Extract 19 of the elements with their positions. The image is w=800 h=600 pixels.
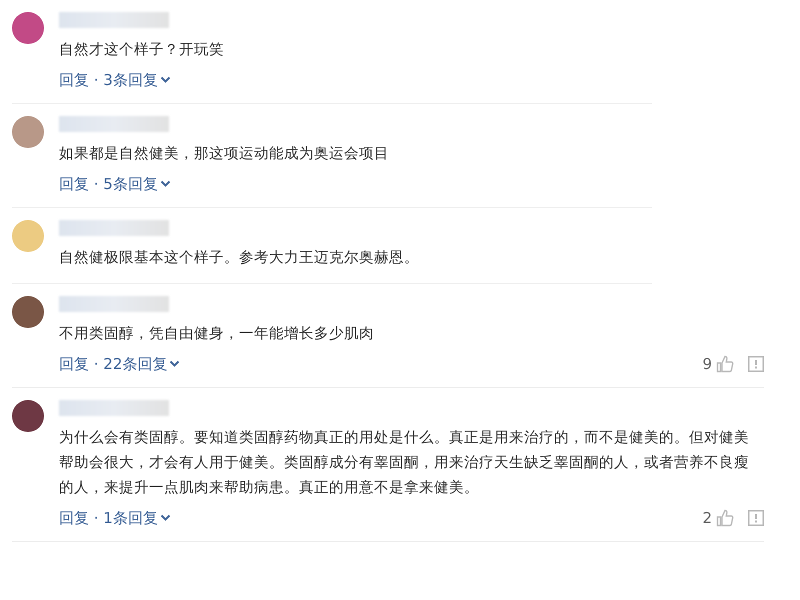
comment-text: 自然才这个样子？开玩笑: [59, 41, 225, 60]
replies-link[interactable]: 回复 · 22条回复: [59, 354, 180, 374]
replies-link[interactable]: 回复 · 5条回复: [59, 174, 171, 194]
comment-text: 为什么会有类固醇。要知道类固醇药物真正的用处是什么。真正是用来治疗的，而不是健美的。但对健美帮助会很大，才会有人用于健美。类固醇成分有睾固酮，用来治疗天生缺乏睾固酮的人，或者营养不良瘦的人，来提升一点肌肉来帮助病患。真正的用意不是拿来健美。: [59, 428, 750, 498]
replies-link[interactable]: 回复 · 3条回复: [59, 70, 171, 90]
chevron-down-icon: [160, 180, 171, 188]
report-icon[interactable]: [748, 356, 764, 372]
chevron-down-icon: [160, 76, 171, 84]
thumbs-up-icon[interactable]: [716, 509, 734, 527]
like-count: 9: [702, 355, 712, 373]
replies-link[interactable]: 回复 · 1条回复: [59, 508, 171, 528]
comment-text: 不用类固醇，凭自由健身，一年能增长多少肌肉: [59, 325, 375, 344]
chevron-down-icon: [160, 514, 171, 522]
thumbs-up-icon[interactable]: [716, 355, 734, 373]
comment-text: 自然健极限基本这个样子。参考大力王迈克尔奥赫恩。: [59, 248, 420, 268]
chevron-down-icon: [169, 360, 180, 368]
like-count: 2: [702, 509, 712, 527]
report-icon[interactable]: [748, 510, 764, 526]
comment-text: 如果都是自然健美，那这项运动能成为奥运会项目: [59, 144, 390, 164]
